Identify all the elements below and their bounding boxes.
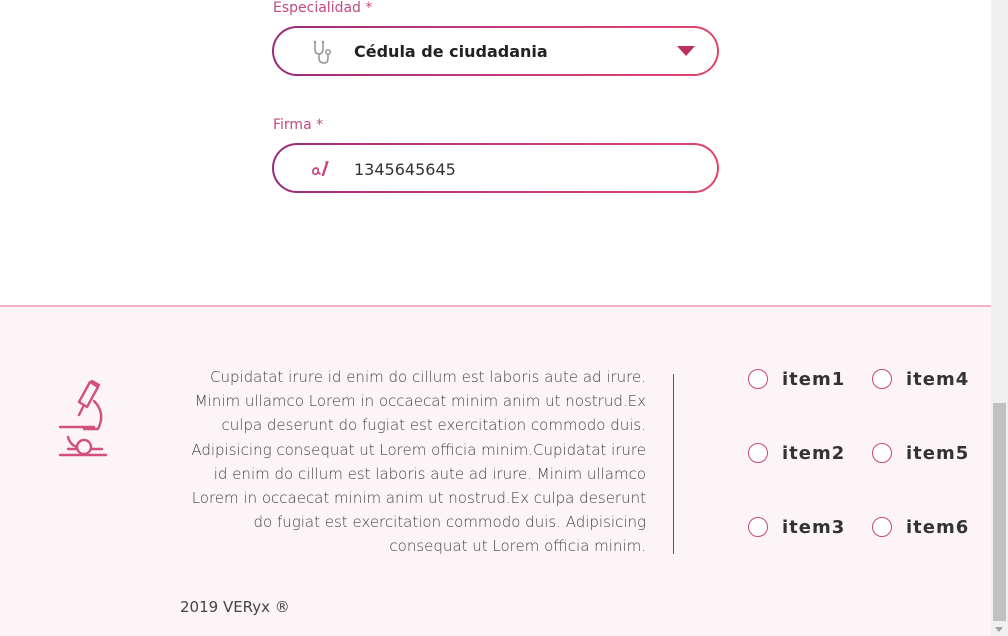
radio-circle-icon[interactable] — [748, 369, 768, 389]
radio-item1[interactable]: item1 — [748, 366, 845, 392]
radio-circle-icon[interactable] — [872, 443, 892, 463]
radio-item2[interactable]: item2 — [748, 440, 845, 466]
footer-divider — [673, 374, 674, 554]
especialidad-select[interactable]: Cédula de ciudadania — [272, 26, 719, 76]
radio-label: item5 — [906, 442, 970, 464]
radio-item6[interactable]: item6 — [872, 514, 969, 540]
especialidad-value: Cédula de ciudadania — [354, 42, 548, 61]
copyright: 2019 VERyx ® — [180, 598, 290, 616]
radio-label: item4 — [906, 368, 970, 390]
radio-label: item1 — [782, 368, 846, 390]
footer-description: Cupidatat irure id enim do cillum est la… — [191, 368, 646, 556]
scrollbar-thumb[interactable] — [993, 403, 1006, 621]
scroll-down-arrow-icon[interactable] — [995, 627, 1003, 632]
especialidad-label: Especialidad * — [273, 0, 373, 16]
vertical-scrollbar[interactable] — [991, 0, 1008, 636]
radio-item3[interactable]: item3 — [748, 514, 845, 540]
footer: Cupidatat irure id enim do cillum est la… — [0, 305, 991, 636]
firma-field[interactable] — [272, 143, 719, 193]
radio-circle-icon[interactable] — [748, 517, 768, 537]
microscope-icon — [54, 379, 112, 459]
radio-circle-icon[interactable] — [748, 443, 768, 463]
radio-label: item2 — [782, 442, 846, 464]
signature-icon — [308, 156, 334, 182]
page: Especialidad * Cédula de ciudadania Firm… — [0, 0, 991, 636]
radio-item4[interactable]: item4 — [872, 366, 969, 392]
firma-input[interactable] — [354, 157, 674, 181]
radio-circle-icon[interactable] — [872, 517, 892, 537]
radio-item5[interactable]: item5 — [872, 440, 969, 466]
radio-label: item3 — [782, 516, 846, 538]
radio-circle-icon[interactable] — [872, 369, 892, 389]
firma-field-inner[interactable] — [274, 145, 717, 191]
radio-label: item6 — [906, 516, 970, 538]
stethoscope-icon — [308, 39, 334, 65]
especialidad-select-inner[interactable]: Cédula de ciudadania — [274, 28, 717, 74]
firma-label: Firma * — [273, 117, 324, 133]
chevron-down-icon[interactable] — [677, 46, 695, 56]
